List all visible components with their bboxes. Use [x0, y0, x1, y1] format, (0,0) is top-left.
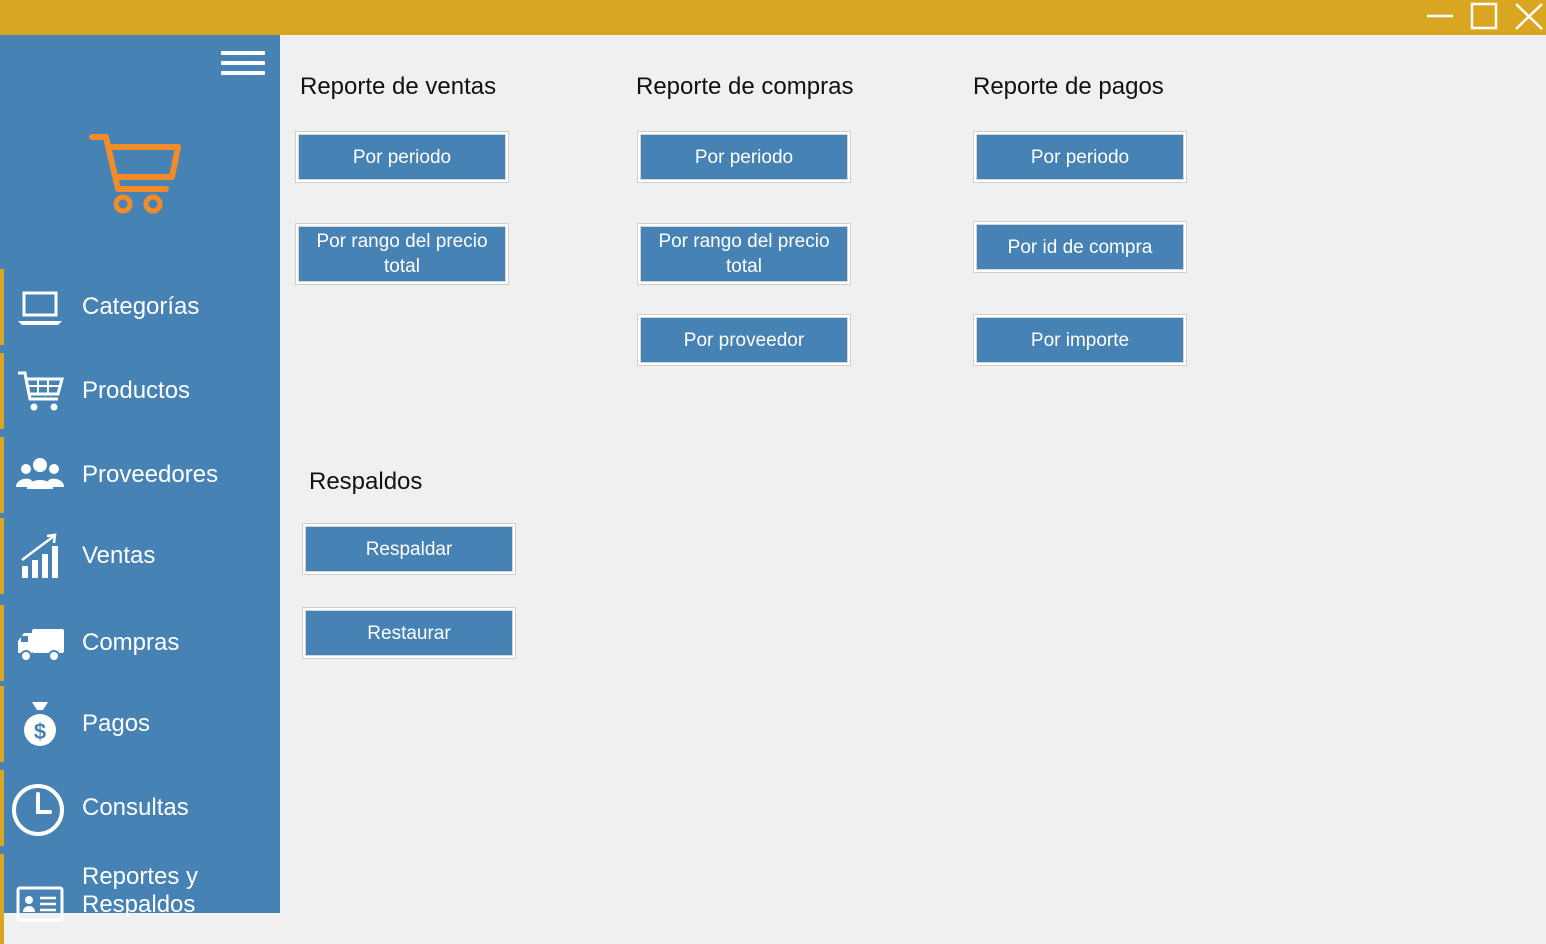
hamburger-menu-icon[interactable]: [219, 43, 265, 77]
sidebar-item-label: Productos: [82, 377, 191, 404]
sidebar-item-ventas[interactable]: Ventas: [0, 518, 280, 594]
active-accent-bar: [0, 770, 4, 846]
ventas-por-rango-button[interactable]: Por rango del precio total: [298, 226, 506, 282]
truck-icon: [14, 619, 66, 667]
title-bar: [0, 0, 1546, 35]
sidebar-item-label: Consultas: [82, 794, 189, 821]
compras-por-proveedor-button[interactable]: Por proveedor: [640, 317, 848, 363]
respaldar-button[interactable]: Respaldar: [305, 526, 513, 572]
sidebar-item-consultas[interactable]: Consultas: [0, 770, 280, 846]
active-accent-bar: [0, 269, 4, 345]
pagos-por-periodo-button[interactable]: Por periodo: [976, 134, 1184, 180]
active-accent-bar: [0, 353, 4, 429]
bar-chart-icon: [14, 532, 66, 580]
close-icon[interactable]: [1506, 0, 1546, 35]
active-accent-bar: [0, 605, 4, 681]
pagos-por-id-compra-button[interactable]: Por id de compra: [976, 224, 1184, 270]
active-accent-bar: [0, 437, 4, 513]
reporte-ventas-title: Reporte de ventas: [300, 73, 497, 100]
respaldos-title: Respaldos: [309, 468, 423, 495]
shopping-cart-logo-icon: [88, 131, 184, 220]
restaurar-button[interactable]: Restaurar: [305, 610, 513, 656]
cart-icon: [14, 367, 66, 415]
pagos-por-importe-button[interactable]: Por importe: [976, 317, 1184, 363]
clock-icon: [10, 782, 64, 836]
money-bag-icon: $: [14, 700, 66, 748]
users-icon: [14, 451, 66, 499]
svg-text:$: $: [34, 719, 46, 744]
compras-por-periodo-button[interactable]: Por periodo: [640, 134, 848, 180]
sidebar-item-label: Categorías: [82, 293, 200, 320]
sidebar-item-reportes-respaldos[interactable]: Reportes y Respaldos: [0, 854, 280, 944]
maximize-icon[interactable]: [1462, 0, 1506, 35]
sidebar-item-label: Proveedores: [82, 461, 219, 488]
sidebar-item-label: Ventas: [82, 542, 156, 569]
sidebar-item-label: Pagos: [82, 710, 151, 737]
sidebar-item-productos[interactable]: Productos: [0, 353, 280, 429]
sidebar-item-categorias[interactable]: Categorías: [0, 269, 280, 345]
sidebar-item-proveedores[interactable]: Proveedores: [0, 437, 280, 513]
minimize-icon[interactable]: [1418, 0, 1462, 35]
id-card-icon: [14, 880, 66, 928]
active-accent-bar: [0, 854, 4, 944]
sidebar: Categorías Productos Proveedores Ventas …: [0, 35, 280, 944]
sidebar-item-compras[interactable]: Compras: [0, 605, 280, 681]
compras-por-rango-button[interactable]: Por rango del precio total: [640, 226, 848, 282]
sidebar-item-label: Compras: [82, 629, 180, 656]
reporte-pagos-title: Reporte de pagos: [973, 73, 1164, 100]
reporte-compras-title: Reporte de compras: [636, 73, 854, 100]
ventas-por-periodo-button[interactable]: Por periodo: [298, 134, 506, 180]
active-accent-bar: [0, 518, 4, 594]
laptop-icon: [14, 283, 66, 331]
active-accent-bar: [0, 686, 4, 762]
sidebar-item-pagos[interactable]: $ Pagos: [0, 686, 280, 762]
